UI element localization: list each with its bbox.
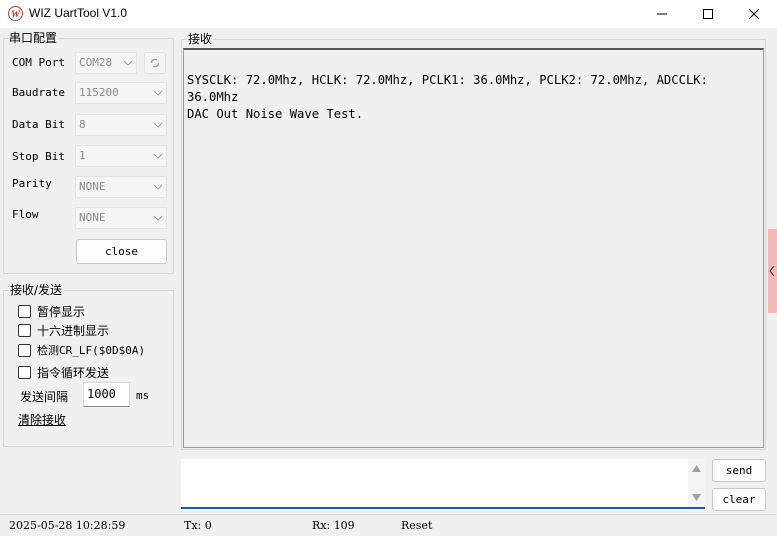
flow-select[interactable]: NONE (75, 207, 167, 229)
send-interval-value: 1000 (87, 387, 116, 401)
clear-receive-link[interactable]: 清除接收 (18, 411, 66, 428)
parity-select[interactable]: NONE (75, 176, 167, 198)
checkbox-box[interactable] (18, 305, 31, 318)
pause-display-checkbox[interactable]: 暂停显示 (18, 303, 85, 320)
wiz-logo-icon: W (8, 6, 23, 21)
close-window-button[interactable] (731, 0, 777, 28)
stopbit-label: Stop Bit (12, 150, 65, 163)
baudrate-select[interactable]: 115200 (75, 82, 167, 104)
title-bar: W WIZ UartTool V1.0 (0, 0, 777, 28)
chevron-down-icon (154, 90, 162, 96)
send-scrollbar[interactable] (688, 459, 705, 507)
maximize-button[interactable] (685, 0, 731, 28)
hex-display-checkbox[interactable]: 十六进制显示 (18, 322, 109, 339)
databit-value: 8 (79, 118, 86, 131)
checkbox-box[interactable] (18, 343, 31, 357)
stopbit-value: 1 (79, 149, 86, 162)
send-input[interactable] (181, 459, 705, 509)
receive-textarea[interactable]: SYSCLK: 72.0Mhz, HCLK: 72.0Mhz, PCLK1: 3… (183, 48, 764, 448)
minimize-button[interactable] (639, 0, 685, 28)
flow-value: NONE (79, 211, 106, 224)
serial-config-title: 串口配置 (8, 31, 59, 45)
refresh-ports-button[interactable] (144, 52, 166, 74)
pause-display-label: 暂停显示 (37, 305, 86, 319)
status-tx-count: Tx: 0 (184, 519, 212, 532)
window-title: WIZ UartTool V1.0 (29, 6, 128, 20)
stopbit-select[interactable]: 1 (75, 145, 167, 167)
receive-line: 36.0Mhz (187, 90, 239, 104)
checkbox-box[interactable] (18, 324, 31, 337)
chevron-down-icon (154, 215, 162, 221)
scroll-down-icon[interactable] (692, 494, 701, 501)
status-datetime: 2025-05-28 10:28:59 (9, 519, 126, 532)
status-bar: 2025-05-28 10:28:59 Tx: 0 Rx: 109 Reset (0, 514, 777, 536)
minimize-icon (657, 13, 667, 15)
close-icon (749, 9, 759, 19)
refresh-icon (150, 58, 160, 68)
scroll-up-icon[interactable] (692, 465, 701, 472)
detect-crlf-label: 检测CR_LF($0D$0A) (37, 344, 146, 357)
com-port-select[interactable]: COM28 (75, 52, 137, 74)
loop-send-label: 指令循环发送 (37, 366, 110, 380)
databit-select[interactable]: 8 (75, 114, 167, 136)
chevron-down-icon (154, 184, 162, 190)
receive-title: 接收 (187, 32, 214, 46)
chevron-down-icon (154, 153, 162, 159)
flow-label: Flow (12, 208, 39, 221)
chevron-down-icon (154, 122, 162, 128)
receive-text: SYSCLK: 72.0Mhz, HCLK: 72.0Mhz, PCLK1: 3… (187, 72, 708, 123)
maximize-icon (703, 9, 713, 19)
hex-display-label: 十六进制显示 (37, 324, 110, 338)
checkbox-box[interactable] (18, 366, 31, 379)
loop-send-checkbox[interactable]: 指令循环发送 (18, 364, 109, 381)
receive-line: DAC Out Noise Wave Test. (187, 107, 364, 121)
baudrate-value: 115200 (79, 86, 119, 99)
com-port-label: COM Port (12, 56, 65, 69)
clear-send-button[interactable]: clear (712, 488, 766, 511)
send-interval-unit: ms (136, 389, 150, 402)
rx-tx-title: 接收/发送 (9, 283, 64, 297)
baudrate-label: Baudrate (12, 86, 65, 99)
chevron-left-icon (769, 266, 775, 276)
parity-label: Parity (12, 177, 52, 190)
databit-label: Data Bit (12, 118, 65, 131)
status-reset[interactable]: Reset (401, 519, 432, 532)
send-interval-label: 发送间隔 (20, 390, 69, 404)
parity-value: NONE (79, 180, 106, 193)
side-panel-tab[interactable] (768, 229, 777, 313)
com-port-value: COM28 (79, 56, 113, 69)
status-rx-count: Rx: 109 (312, 519, 355, 532)
svg-text:W: W (11, 9, 21, 20)
send-button[interactable]: send (712, 459, 766, 482)
send-interval-input[interactable]: 1000 (83, 382, 130, 407)
detect-crlf-checkbox[interactable]: 检测CR_LF($0D$0A) (18, 342, 145, 358)
close-port-button[interactable]: close (76, 239, 167, 264)
receive-line: SYSCLK: 72.0Mhz, HCLK: 72.0Mhz, PCLK1: 3… (187, 73, 708, 87)
chevron-down-icon (124, 60, 132, 66)
